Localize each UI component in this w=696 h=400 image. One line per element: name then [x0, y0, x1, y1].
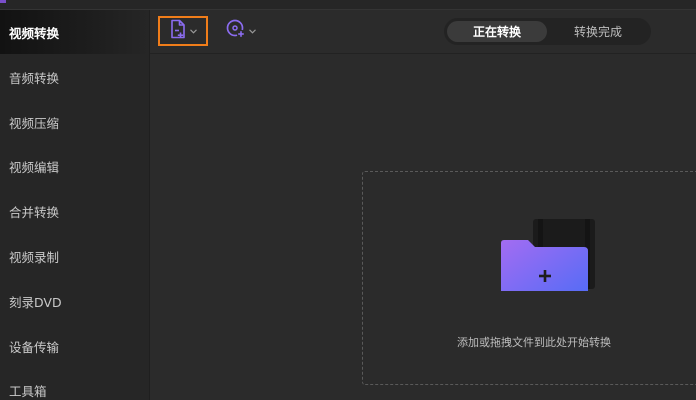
add-file-icon: [169, 19, 187, 43]
file-drop-zone[interactable]: 添加或拖拽文件到此处开始转换: [362, 171, 696, 385]
sidebar-item-label: 设备传输: [9, 339, 60, 355]
sidebar-item-device-transfer[interactable]: 设备传输: [0, 324, 149, 368]
sidebar-item-video-record[interactable]: 视频录制: [0, 234, 149, 278]
sidebar-item-video-convert[interactable]: 视频转换: [0, 10, 149, 54]
add-disc-icon: [226, 19, 246, 43]
add-folder-icon: [500, 219, 596, 303]
drop-zone-hint: 添加或拖拽文件到此处开始转换: [457, 336, 611, 349]
sidebar-item-label: 视频录制: [9, 249, 60, 265]
sidebar-item-video-compress[interactable]: 视频压缩: [0, 100, 149, 144]
sidebar-item-label: 视频转换: [9, 25, 60, 41]
chevron-down-icon: [190, 28, 197, 34]
tab-label: 转换完成: [573, 25, 622, 39]
sidebar-item-label: 音频转换: [9, 70, 60, 86]
tab-completed[interactable]: 转换完成: [548, 21, 648, 42]
sidebar: 视频转换 音频转换 视频压缩 视频编辑 合并转换 视频录制 刻录DVD 设备传输…: [0, 10, 150, 400]
sidebar-item-video-edit[interactable]: 视频编辑: [0, 144, 149, 188]
sidebar-item-label: 视频编辑: [9, 159, 60, 175]
main-content: 添加或拖拽文件到此处开始转换: [150, 54, 696, 400]
sidebar-item-label: 合并转换: [9, 204, 60, 220]
toolbar: 正在转换 转换完成: [150, 10, 696, 54]
tab-converting[interactable]: 正在转换: [447, 21, 547, 42]
app-window: 视频转换 音频转换 视频压缩 视频编辑 合并转换 视频录制 刻录DVD 设备传输…: [0, 0, 696, 400]
title-strip: [0, 0, 696, 10]
sidebar-item-audio-convert[interactable]: 音频转换: [0, 55, 149, 99]
sidebar-item-burn-dvd[interactable]: 刻录DVD: [0, 279, 149, 323]
sidebar-item-label: 视频压缩: [9, 115, 60, 131]
sidebar-item-label: 工具箱: [9, 383, 47, 399]
sidebar-item-label: 刻录DVD: [9, 294, 62, 310]
add-disc-button[interactable]: [223, 18, 259, 44]
add-file-button[interactable]: [158, 16, 208, 46]
sidebar-item-merge-convert[interactable]: 合并转换: [0, 189, 149, 233]
corner-accent: [0, 0, 6, 3]
chevron-down-icon: [249, 28, 256, 34]
conversion-status-tabs: 正在转换 转换完成: [444, 18, 651, 45]
sidebar-item-toolbox[interactable]: 工具箱: [0, 368, 149, 400]
tab-label: 正在转换: [472, 25, 521, 39]
